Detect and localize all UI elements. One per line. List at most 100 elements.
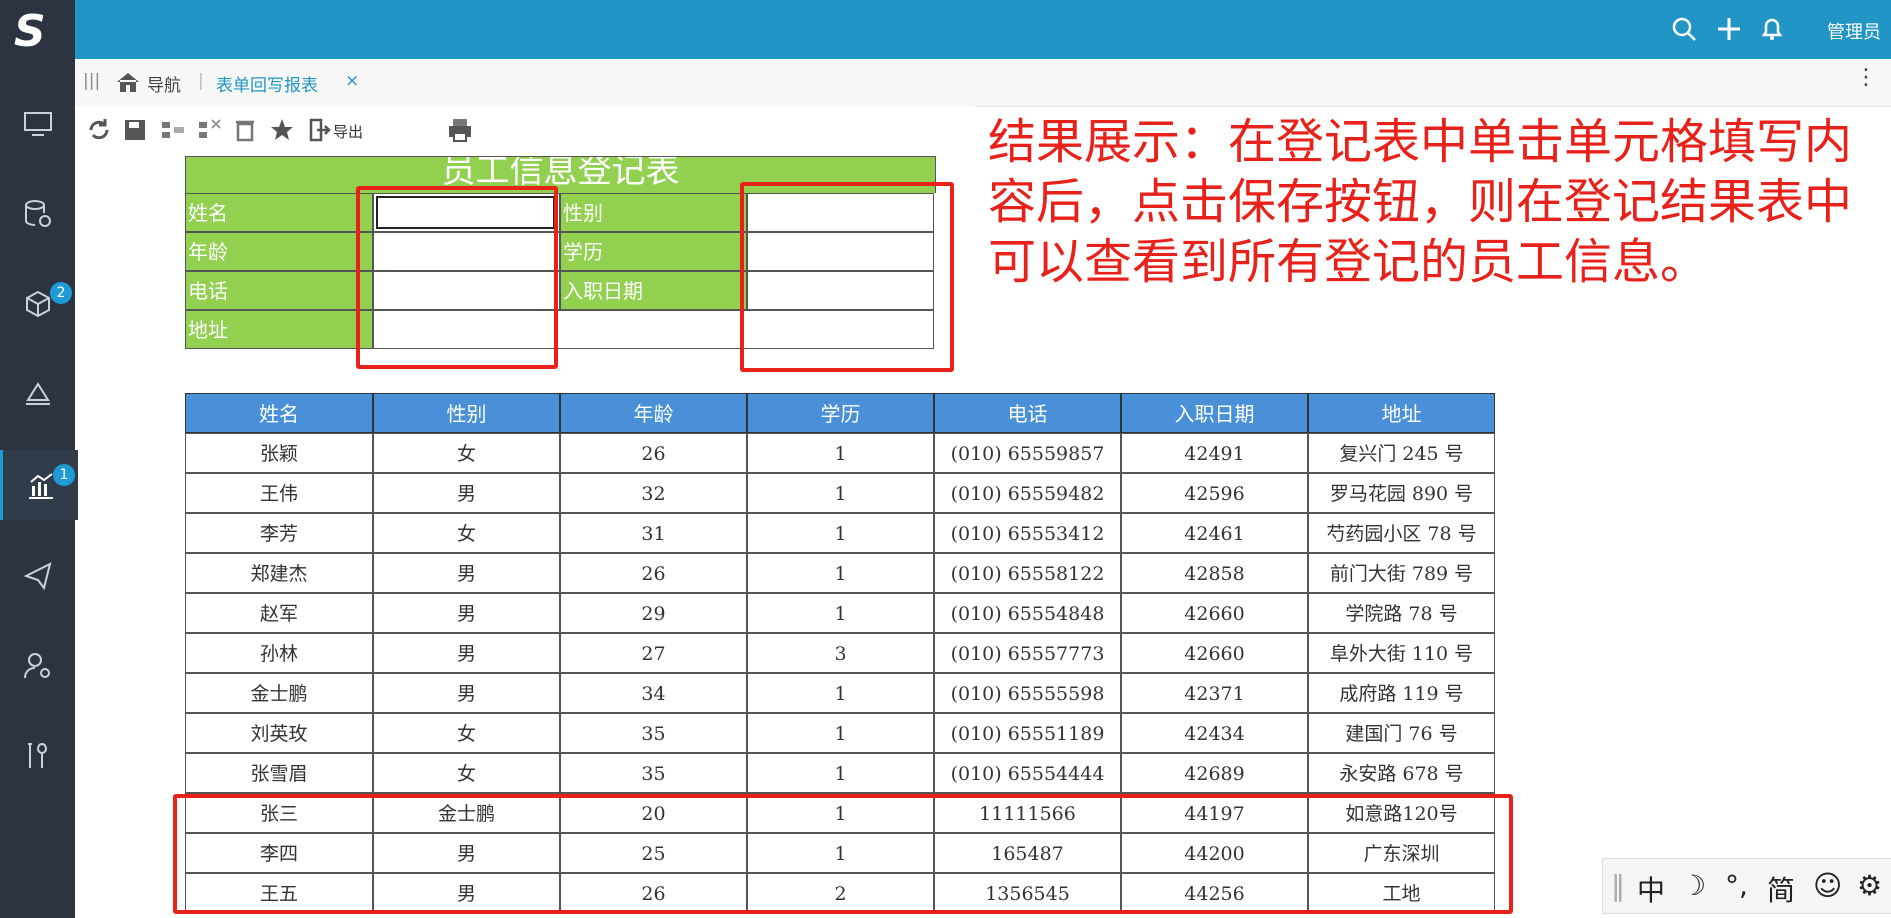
table-cell: (010) 65555598: [934, 673, 1121, 713]
table-cell: 34: [560, 673, 747, 713]
table-cell: 42371: [1121, 673, 1308, 713]
sidebar-item-users[interactable]: [0, 630, 75, 700]
table-cell: 学院路 78 号: [1308, 593, 1495, 633]
table-cell: 男: [373, 633, 560, 673]
close-tab-icon[interactable]: ×: [345, 71, 359, 91]
ime-chinese-mode[interactable]: 中: [1637, 869, 1665, 909]
sidebar-item-data[interactable]: [0, 178, 75, 248]
tab-bar: ||| 导航 | 表单回写报表 × ⋮: [75, 59, 1891, 107]
star-icon[interactable]: [269, 116, 295, 144]
sidebar-item-dashboard[interactable]: [0, 88, 75, 158]
insert-row-icon[interactable]: [160, 116, 186, 144]
table-cell: 建国门 76 号: [1308, 713, 1495, 753]
table-cell: 女: [373, 753, 560, 793]
ruler-icon: [26, 382, 50, 405]
table-cell: 42461: [1121, 513, 1308, 553]
table-cell: 1: [747, 433, 934, 473]
tools-icon: [28, 742, 48, 768]
more-options-icon[interactable]: ⋮: [1855, 65, 1877, 90]
table-cell: 赵军: [185, 593, 373, 633]
table-cell: 42689: [1121, 753, 1308, 793]
column-header: 学历: [747, 393, 934, 433]
table-cell: 成府路 119 号: [1308, 673, 1495, 713]
save-icon[interactable]: [123, 116, 147, 144]
ime-handle: ‖: [1611, 869, 1625, 902]
table-cell: 42596: [1121, 473, 1308, 513]
ime-toolbar: ‖ 中 ☽ °, 简 ☺ ⚙: [1602, 858, 1891, 914]
tab-divider: |: [198, 71, 204, 91]
export-icon[interactable]: [307, 116, 331, 144]
table-cell: 1: [747, 473, 934, 513]
label-address: 地址: [185, 310, 373, 349]
table-cell: 女: [373, 713, 560, 753]
ime-settings-icon[interactable]: ⚙: [1857, 869, 1882, 902]
table-cell: 31: [560, 513, 747, 553]
table-cell: 1: [747, 593, 934, 633]
table-cell: 男: [373, 593, 560, 633]
sidebar-item-cube[interactable]: 2: [0, 268, 75, 338]
plus-icon[interactable]: [1715, 15, 1743, 43]
report-toolbar: 导出: [75, 106, 975, 156]
table-cell: 前门大街 789 号: [1308, 553, 1495, 593]
table-cell: (010) 65559857: [934, 433, 1121, 473]
table-cell: 35: [560, 753, 747, 793]
highlight-box-left: [356, 186, 558, 369]
table-cell: 1: [747, 713, 934, 753]
table-cell: 32: [560, 473, 747, 513]
table-cell: 罗马花园 890 号: [1308, 473, 1495, 513]
table-cell: 阜外大街 110 号: [1308, 633, 1495, 673]
ime-emoji-icon[interactable]: ☺: [1813, 869, 1842, 902]
table-cell: 1: [747, 553, 934, 593]
sidebar-item-design[interactable]: [0, 358, 75, 428]
table-cell: (010) 65554848: [934, 593, 1121, 633]
table-cell: 郑建杰: [185, 553, 373, 593]
user-menu[interactable]: 管理员: [1827, 18, 1881, 44]
report-badge: 1: [53, 464, 75, 486]
table-cell: 王伟: [185, 473, 373, 513]
table-cell: 永安路 678 号: [1308, 753, 1495, 793]
column-header: 入职日期: [1121, 393, 1308, 433]
sidebar: S 2 1: [0, 0, 78, 918]
table-cell: 张颖: [185, 433, 373, 473]
export-label[interactable]: 导出: [333, 121, 363, 142]
sidebar-item-publish[interactable]: [0, 540, 75, 610]
table-cell: 1: [747, 753, 934, 793]
print-icon[interactable]: [447, 116, 473, 144]
table-cell: 芍药园小区 78 号: [1308, 513, 1495, 553]
label-age: 年龄: [185, 232, 373, 271]
search-icon[interactable]: [1670, 15, 1698, 43]
paper-plane-icon: [23, 562, 52, 591]
table-cell: (010) 65559482: [934, 473, 1121, 513]
home-icon[interactable]: [115, 71, 141, 93]
column-header: 电话: [934, 393, 1121, 433]
ime-moon-icon[interactable]: ☽: [1681, 869, 1706, 902]
app-logo[interactable]: S: [0, 0, 75, 59]
annotation-text: 结果展示：在登记表中单击单元格填写内容后，点击保存按钮，则在登记结果表中可以查看…: [988, 114, 1853, 290]
table-cell: 29: [560, 593, 747, 633]
table-cell: 复兴门 245 号: [1308, 433, 1495, 473]
refresh-icon[interactable]: [87, 116, 111, 144]
table-cell: 1: [747, 513, 934, 553]
tab-navigation[interactable]: 导航: [147, 71, 181, 96]
table-cell: 男: [373, 673, 560, 713]
table-cell: (010) 65554444: [934, 753, 1121, 793]
label-education: 学历: [560, 232, 747, 271]
table-cell: 金士鹏: [185, 673, 373, 713]
column-header: 姓名: [185, 393, 373, 433]
trash-icon[interactable]: [233, 116, 257, 144]
table-cell: 男: [373, 473, 560, 513]
tab-active-report[interactable]: 表单回写报表: [216, 71, 318, 96]
highlight-box-new-rows: [173, 794, 1513, 914]
table-cell: 26: [560, 553, 747, 593]
ime-simplified[interactable]: 简: [1767, 869, 1795, 909]
column-header: 地址: [1308, 393, 1495, 433]
bell-icon[interactable]: [1758, 15, 1786, 43]
table-cell: 3: [747, 633, 934, 673]
tab-list-handle-icon[interactable]: |||: [83, 71, 100, 91]
table-cell: (010) 65557773: [934, 633, 1121, 673]
table-cell: 42660: [1121, 633, 1308, 673]
sidebar-item-tools[interactable]: [0, 720, 75, 790]
sidebar-item-report[interactable]: 1: [0, 450, 78, 520]
delete-row-icon[interactable]: [197, 116, 223, 144]
ime-punctuation[interactable]: °,: [1725, 869, 1748, 902]
